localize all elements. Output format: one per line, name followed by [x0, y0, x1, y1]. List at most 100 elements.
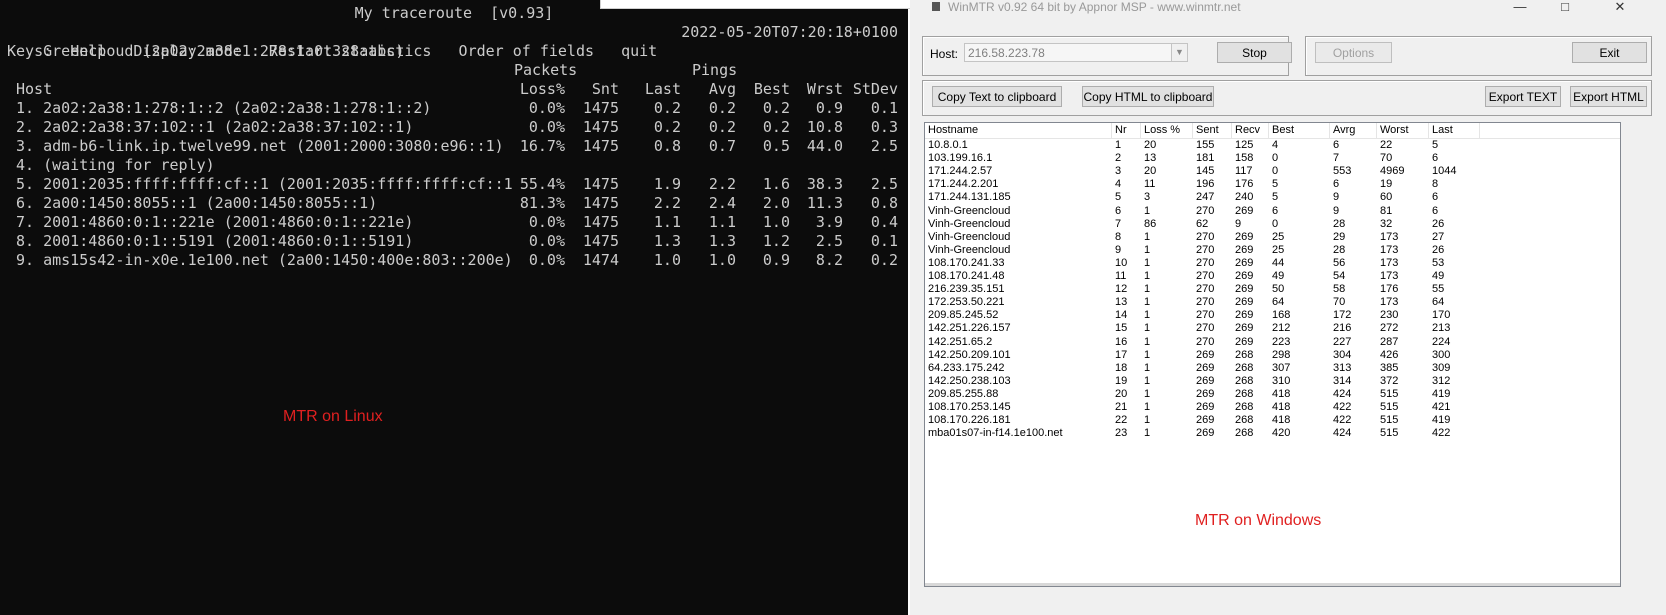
cell-recv: 269 [1235, 243, 1254, 256]
cell-sent: 269 [1196, 414, 1215, 427]
hop-last: 0.8 [653, 137, 681, 155]
table-row[interactable]: 171.244.2.201 4 11 196 176 5 6 19 8 [925, 178, 1620, 191]
cell-sent: 270 [1196, 335, 1215, 348]
cell-hostname: 142.251.226.157 [928, 322, 1011, 335]
table-row[interactable]: 108.170.241.48 11 1 270 269 49 54 173 49 [925, 270, 1620, 283]
cell-loss: 1 [1144, 427, 1151, 440]
cell-loss: 1 [1144, 387, 1151, 400]
cell-recv: 269 [1235, 230, 1254, 243]
table-row[interactable]: Vinh-Greencloud 6 1 270 269 6 9 81 6 [925, 205, 1620, 218]
cell-best: 5 [1272, 191, 1279, 204]
cell-recv: 269 [1235, 309, 1254, 322]
table-row[interactable]: Vinh-Greencloud 8 1 270 269 25 29 173 27 [925, 231, 1620, 244]
cell-nr: 13 [1115, 296, 1128, 309]
options-button[interactable]: Options [1315, 42, 1392, 63]
terminal-hop-row: 6. 2a00:1450:8055::1 (2a00:1450:8055::1)… [0, 194, 908, 213]
cell-loss: 13 [1144, 152, 1157, 165]
cell-best: 223 [1272, 335, 1291, 348]
maximize-icon[interactable]: □ [1543, 0, 1587, 16]
export-html-button[interactable]: Export HTML [1570, 86, 1647, 107]
cell-best: 49 [1272, 270, 1285, 282]
cell-loss: 1 [1144, 256, 1151, 269]
column-header-worst[interactable]: Worst [1377, 123, 1429, 138]
cell-avrg: 9 [1333, 204, 1340, 217]
stop-button[interactable]: Stop [1217, 42, 1292, 63]
copy-html-button[interactable]: Copy HTML to clipboard [1082, 86, 1214, 107]
table-row[interactable]: 171.244.2.57 3 20 145 117 0 553 4969 1044 [925, 165, 1620, 178]
cell-nr: 23 [1115, 427, 1128, 440]
table-row[interactable]: 209.85.255.88 20 1 269 268 418 424 515 419 [925, 388, 1620, 401]
cell-recv: 117 [1235, 165, 1253, 178]
table-row[interactable]: 172.253.50.221 13 1 270 269 64 70 173 64 [925, 296, 1620, 309]
cell-recv: 269 [1235, 283, 1254, 296]
hop-avg: 1.3 [708, 232, 736, 250]
cell-sent: 155 [1196, 139, 1215, 151]
table-row[interactable]: 108.170.253.145 21 1 269 268 418 422 515 421 [925, 401, 1620, 414]
hop-wrst: 38.3 [806, 175, 843, 193]
column-header-avrg[interactable]: Avrg [1330, 123, 1377, 138]
table-row[interactable]: 108.170.226.181 22 1 269 268 418 422 515 419 [925, 414, 1620, 427]
cell-hostname: 103.199.16.1 [928, 152, 993, 165]
keys-line: Keys: Help Display mode Restart statisti… [7, 42, 658, 60]
terminal-header-stdev: StDev [852, 80, 898, 98]
table-row[interactable]: 142.251.65.2 16 1 270 269 223 227 287 224 [925, 336, 1620, 349]
minimize-icon[interactable]: — [1498, 0, 1542, 16]
table-row[interactable]: Vinh-Greencloud 7 86 62 9 0 28 32 26 [925, 218, 1620, 231]
cell-avrg: 29 [1333, 230, 1346, 243]
cell-recv: 268 [1235, 401, 1254, 413]
table-row[interactable]: 142.250.209.101 17 1 269 268 298 304 426 300 [925, 349, 1620, 362]
cell-avrg: 227 [1333, 335, 1352, 348]
linux-terminal[interactable]: My traceroute [v0.93] Greencloud (2a02:2… [0, 0, 908, 615]
cell-last: 422 [1432, 427, 1451, 440]
column-header-best[interactable]: Best [1269, 123, 1330, 138]
table-row[interactable]: 10.8.0.1 1 20 155 125 4 6 22 5 [925, 139, 1620, 152]
hop-stdev: 2.5 [870, 137, 898, 155]
exit-button[interactable]: Exit [1572, 42, 1647, 63]
cell-nr: 8 [1115, 230, 1122, 243]
copy-text-button[interactable]: Copy Text to clipboard [932, 86, 1062, 107]
table-row[interactable]: 142.250.238.103 19 1 269 268 310 314 372 312 [925, 375, 1620, 388]
cell-sent: 270 [1196, 283, 1215, 296]
cell-worst: 515 [1380, 387, 1399, 400]
table-row[interactable]: 103.199.16.1 2 13 181 158 0 7 70 6 [925, 152, 1620, 165]
group-header-line: Packets Pings [0, 61, 908, 80]
export-text-button[interactable]: Export TEXT [1485, 86, 1561, 107]
cell-recv: 268 [1235, 361, 1254, 374]
table-row[interactable]: 108.170.241.33 10 1 270 269 44 56 173 53 [925, 257, 1620, 270]
column-header-hostname[interactable]: Hostname [925, 123, 1112, 138]
horizontal-scrollbar[interactable] [925, 583, 1620, 586]
cell-last: 300 [1432, 348, 1451, 361]
hop-wrst: 2.5 [815, 232, 843, 250]
column-header-sent[interactable]: Sent [1193, 123, 1232, 138]
cell-best: 44 [1272, 256, 1285, 269]
column-header-loss[interactable]: Loss % [1141, 123, 1193, 138]
cell-recv: 269 [1235, 322, 1254, 335]
cell-loss: 1 [1144, 270, 1151, 282]
close-icon[interactable]: ✕ [1598, 0, 1642, 16]
cell-last: 224 [1432, 335, 1451, 348]
cell-sent: 145 [1196, 165, 1215, 178]
cell-last: 27 [1432, 230, 1445, 243]
cell-hostname: 209.85.255.88 [928, 387, 999, 400]
cell-loss: 1 [1144, 230, 1151, 243]
column-header-recv[interactable]: Recv [1232, 123, 1269, 138]
cell-best: 418 [1272, 387, 1291, 400]
cell-nr: 5 [1115, 191, 1122, 204]
table-row[interactable]: 216.239.35.151 12 1 270 269 50 58 176 55 [925, 283, 1620, 296]
table-row[interactable]: mba01s07-in-f14.1e100.net 23 1 269 268 420 424… [925, 427, 1620, 440]
host-combobox[interactable]: 216.58.223.78 ▼ [964, 43, 1188, 62]
table-row[interactable]: 142.251.226.157 15 1 270 269 212 216 272 213 [925, 322, 1620, 335]
terminal-header-loss: Loss% [519, 80, 565, 98]
cell-worst: 173 [1380, 270, 1399, 282]
cell-last: 5 [1432, 139, 1439, 151]
table-row[interactable]: Vinh-Greencloud 9 1 270 269 25 28 173 26 [925, 244, 1620, 257]
table-row[interactable]: 171.244.131.185 5 3 247 240 5 9 60 6 [925, 191, 1620, 204]
cell-hostname: Vinh-Greencloud [928, 243, 1011, 256]
column-header-last[interactable]: Last [1429, 123, 1480, 138]
table-row[interactable]: 209.85.245.52 14 1 270 269 168 172 230 170 [925, 309, 1620, 322]
cell-last: 55 [1432, 283, 1445, 296]
column-header-nr[interactable]: Nr [1112, 123, 1141, 138]
chevron-down-icon[interactable]: ▼ [1171, 44, 1187, 61]
cell-hostname: 108.170.241.33 [928, 256, 1005, 269]
table-row[interactable]: 64.233.175.242 18 1 269 268 307 313 385 309 [925, 362, 1620, 375]
